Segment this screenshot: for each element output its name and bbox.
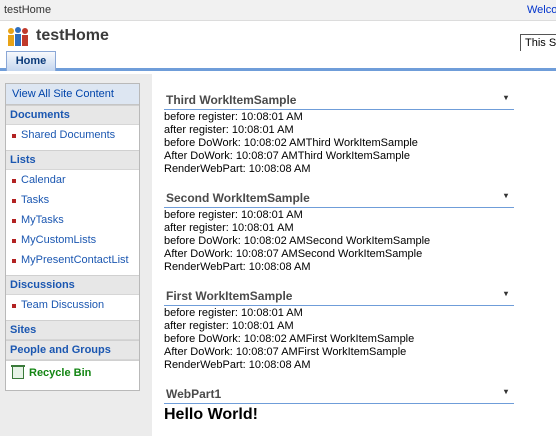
webpart-menu-icon[interactable]: ▾ [504, 387, 508, 396]
webpart-title-bar: Second WorkItemSample ▾ [164, 191, 514, 208]
webpart-webpart1: WebPart1 ▾ Hello World! [164, 387, 514, 425]
webpart-title: Second WorkItemSample [166, 191, 310, 205]
webpart-menu-icon[interactable]: ▾ [504, 191, 508, 200]
log-line: After DoWork: 10:08:07 AMThird WorkItemS… [164, 150, 410, 162]
left-column: View All Site Content Documents Shared D… [0, 74, 152, 436]
webpart-body: before register: 10:08:01 AM after regis… [164, 110, 514, 176]
ql-item-mytasks[interactable]: MyTasks [6, 210, 139, 230]
log-line: before DoWork: 10:08:02 AMSecond WorkIte… [164, 235, 431, 247]
ql-item-label: Tasks [21, 194, 50, 206]
top-bar-site-name: testHome [4, 4, 52, 16]
ql-item-team-discussion[interactable]: Team Discussion [6, 295, 139, 315]
log-line: before DoWork: 10:08:02 AMThird WorkItem… [164, 137, 418, 149]
ql-heading-discussions[interactable]: Discussions [6, 275, 139, 295]
ql-item-mypresentcontactlist[interactable]: MyPresentContactList [6, 250, 139, 270]
quick-launch: View All Site Content Documents Shared D… [5, 83, 140, 391]
main-content: Third WorkItemSample ▾ before register: … [152, 74, 556, 436]
webpart-body: before register: 10:08:01 AM after regis… [164, 208, 514, 274]
webpart-third-workitem: Third WorkItemSample ▾ before register: … [164, 93, 514, 176]
bullet-icon [12, 219, 16, 223]
ql-item-label: MyCustomLists [21, 234, 97, 246]
site-logo-icon [8, 27, 28, 46]
ql-heading-lists[interactable]: Lists [6, 150, 139, 170]
log-line: before register: 10:08:01 AM [164, 209, 303, 221]
tab-home[interactable]: Home [6, 51, 56, 71]
log-line: RenderWebPart: 10:08:08 AM [164, 163, 311, 175]
bullet-icon [12, 259, 16, 263]
ql-heading-sites[interactable]: Sites [6, 320, 139, 340]
log-line: before DoWork: 10:08:02 AMFirst WorkItem… [164, 333, 415, 345]
log-line: RenderWebPart: 10:08:08 AM [164, 261, 311, 273]
log-line: After DoWork: 10:08:07 AMFirst WorkItemS… [164, 346, 407, 358]
recycle-bin-label: Recycle Bin [29, 367, 92, 379]
hello-world-text: Hello World! [164, 406, 258, 423]
webpart-menu-icon[interactable]: ▾ [504, 289, 508, 298]
log-line: RenderWebPart: 10:08:08 AM [164, 359, 311, 371]
webpart-title: Third WorkItemSample [166, 93, 297, 107]
log-line: after register: 10:08:01 AM [164, 320, 294, 332]
webpart-second-workitem: Second WorkItemSample ▾ before register:… [164, 191, 514, 274]
bullet-icon [12, 134, 16, 138]
webpart-title: First WorkItemSample [166, 289, 293, 303]
ql-item-label: Shared Documents [21, 129, 116, 141]
search-scope-select[interactable]: This Site [520, 34, 556, 52]
ql-item-tasks[interactable]: Tasks [6, 190, 139, 210]
webpart-body: before register: 10:08:01 AM after regis… [164, 306, 514, 372]
log-line: before register: 10:08:01 AM [164, 307, 303, 319]
site-title[interactable]: testHome [36, 27, 109, 45]
webpart-first-workitem: First WorkItemSample ▾ before register: … [164, 289, 514, 372]
bullet-icon [12, 199, 16, 203]
top-nav-bar: Home [0, 51, 556, 71]
bullet-icon [12, 179, 16, 183]
ql-item-label: MyTasks [21, 214, 64, 226]
recycle-bin-icon [11, 365, 25, 379]
log-line: before register: 10:08:01 AM [164, 111, 303, 123]
ql-item-label: Calendar [21, 174, 66, 186]
webpart-menu-icon[interactable]: ▾ [504, 93, 508, 102]
ql-item-mycustomlists[interactable]: MyCustomLists [6, 230, 139, 250]
webpart-title-bar: WebPart1 ▾ [164, 387, 514, 404]
webpart-title-bar: Third WorkItemSample ▾ [164, 93, 514, 110]
site-header: testHome This Site [0, 21, 556, 52]
ql-item-label: Team Discussion [21, 299, 105, 311]
log-line: After DoWork: 10:08:07 AMSecond WorkItem… [164, 248, 423, 260]
webpart-title-bar: First WorkItemSample ▾ [164, 289, 514, 306]
log-line: after register: 10:08:01 AM [164, 124, 294, 136]
ql-item-shared-documents[interactable]: Shared Documents [6, 125, 139, 145]
welcome-menu-link[interactable]: Welcome [527, 4, 556, 16]
ql-heading-documents[interactable]: Documents [6, 105, 139, 125]
webpart-title: WebPart1 [166, 387, 222, 401]
bullet-icon [12, 239, 16, 243]
bullet-icon [12, 304, 16, 308]
top-bar: testHome Welcome [0, 0, 556, 21]
ql-heading-people-and-groups[interactable]: People and Groups [6, 340, 139, 360]
recycle-bin-link[interactable]: Recycle Bin [6, 360, 139, 384]
view-all-site-content-link[interactable]: View All Site Content [6, 84, 139, 105]
log-line: after register: 10:08:01 AM [164, 222, 294, 234]
ql-item-label: MyPresentContactList [21, 254, 129, 266]
ql-item-calendar[interactable]: Calendar [6, 170, 139, 190]
